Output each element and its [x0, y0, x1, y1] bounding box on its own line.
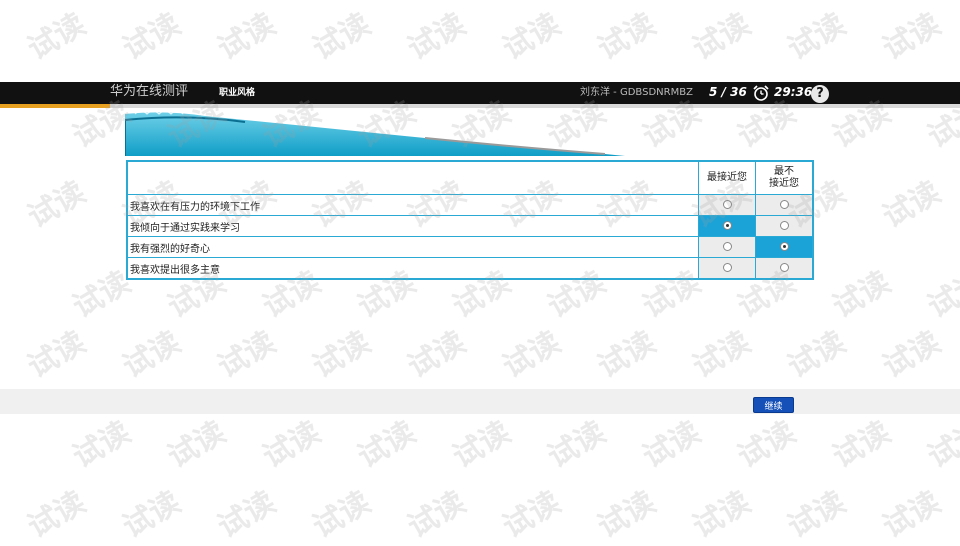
- watermark-text: 试读: [307, 484, 377, 546]
- watermark-text: 试读: [782, 324, 852, 386]
- watermark-text: 试读: [687, 484, 757, 546]
- watermark-text: 试读: [117, 484, 187, 546]
- watermark-text: 试读: [732, 414, 802, 476]
- watermark-text: 试读: [447, 414, 517, 476]
- watermark-text: 试读: [877, 6, 947, 68]
- watermark-text: 试读: [402, 324, 472, 386]
- watermark-text: 试读: [352, 414, 422, 476]
- watermark-text: 试读: [307, 324, 377, 386]
- option-most-cell[interactable]: [698, 215, 756, 237]
- watermark-text: 试读: [212, 324, 282, 386]
- user-id: 刘东洋 - GDBSDNRMBZ: [580, 87, 693, 98]
- watermark-text: 试读: [782, 484, 852, 546]
- option-most-cell[interactable]: [698, 194, 756, 216]
- app-title: 华为在线测评: [110, 84, 189, 99]
- radio-least[interactable]: [779, 221, 789, 230]
- table-row: 我倾向于通过实践来学习: [126, 215, 814, 237]
- statement-text: 我喜欢提出很多主意: [126, 257, 699, 280]
- option-least-cell[interactable]: [755, 194, 814, 216]
- water-wave-banner: [125, 110, 625, 156]
- watermark-text: 试读: [637, 414, 707, 476]
- least-like-me-header: 最不 接近您: [755, 160, 814, 195]
- watermark-text: 试读: [592, 484, 662, 546]
- watermark-text: 试读: [117, 6, 187, 68]
- help-icon[interactable]: ?: [811, 85, 829, 103]
- watermark-text: 试读: [257, 414, 327, 476]
- option-least-cell[interactable]: [755, 257, 814, 280]
- watermark-text: 试读: [497, 484, 567, 546]
- countdown-timer: 29:36: [774, 85, 813, 99]
- radio-most[interactable]: [722, 200, 732, 209]
- table-row: 我有强烈的好奇心: [126, 236, 814, 258]
- section-name: 职业风格: [219, 88, 256, 98]
- watermark-text: 试读: [497, 324, 567, 386]
- watermark-text: 试读: [402, 6, 472, 68]
- watermark-text: 试读: [22, 324, 92, 386]
- watermark-text: 试读: [22, 174, 92, 236]
- watermark-text: 试读: [22, 6, 92, 68]
- watermark-text: 试读: [877, 484, 947, 546]
- watermark-text: 试读: [307, 6, 377, 68]
- table-header-row: 最接近您 最不 接近您: [126, 160, 814, 195]
- watermark-text: 试读: [162, 414, 232, 476]
- watermark-text: 试读: [22, 484, 92, 546]
- watermark-text: 试读: [877, 174, 947, 236]
- watermark-text: 试读: [877, 324, 947, 386]
- statement-text: 我有强烈的好奇心: [126, 236, 699, 258]
- watermark-text: 试读: [782, 6, 852, 68]
- watermark-text: 试读: [212, 484, 282, 546]
- watermark-text: 试读: [542, 414, 612, 476]
- table-row: 我喜欢提出很多主意: [126, 257, 814, 280]
- least-like-me-label: 最不 接近您: [769, 166, 799, 189]
- radio-least[interactable]: [779, 263, 789, 272]
- footer-bar: [0, 389, 960, 414]
- radio-most[interactable]: [722, 221, 732, 230]
- radio-most[interactable]: [722, 263, 732, 272]
- option-most-cell[interactable]: [698, 257, 756, 280]
- radio-least[interactable]: [779, 242, 789, 251]
- watermark-text: 试读: [687, 6, 757, 68]
- radio-least[interactable]: [779, 200, 789, 209]
- survey-table: 最接近您 最不 接近您 我喜欢在有压力的环境下工作 我倾向于通过实践来学习 我有…: [126, 160, 814, 280]
- watermark-text: 试读: [827, 414, 897, 476]
- option-least-cell[interactable]: [755, 236, 814, 258]
- alarm-clock-icon: [753, 85, 769, 101]
- question-progress: 5 / 36: [709, 85, 747, 99]
- watermark-text: 试读: [497, 6, 567, 68]
- most-like-me-header: 最接近您: [698, 160, 756, 195]
- watermark-text: 试读: [827, 264, 897, 326]
- watermark-text: 试读: [592, 324, 662, 386]
- watermark-text: 试读: [402, 484, 472, 546]
- statement-text: 我倾向于通过实践来学习: [126, 215, 699, 237]
- watermark-text: 试读: [212, 6, 282, 68]
- table-row: 我喜欢在有压力的环境下工作: [126, 194, 814, 216]
- radio-most[interactable]: [722, 242, 732, 251]
- continue-button[interactable]: 继续: [753, 397, 794, 413]
- watermark-text: 试读: [687, 324, 757, 386]
- statement-text: 我喜欢在有压力的环境下工作: [126, 194, 699, 216]
- watermark-text: 试读: [922, 414, 960, 476]
- option-least-cell[interactable]: [755, 215, 814, 237]
- watermark-text: 试读: [922, 264, 960, 326]
- watermark-text: 试读: [592, 6, 662, 68]
- watermark-text: 试读: [117, 324, 187, 386]
- option-most-cell[interactable]: [698, 236, 756, 258]
- statement-column-header: [126, 160, 699, 195]
- most-like-me-label: 最接近您: [707, 172, 747, 183]
- watermark-text: 试读: [67, 414, 137, 476]
